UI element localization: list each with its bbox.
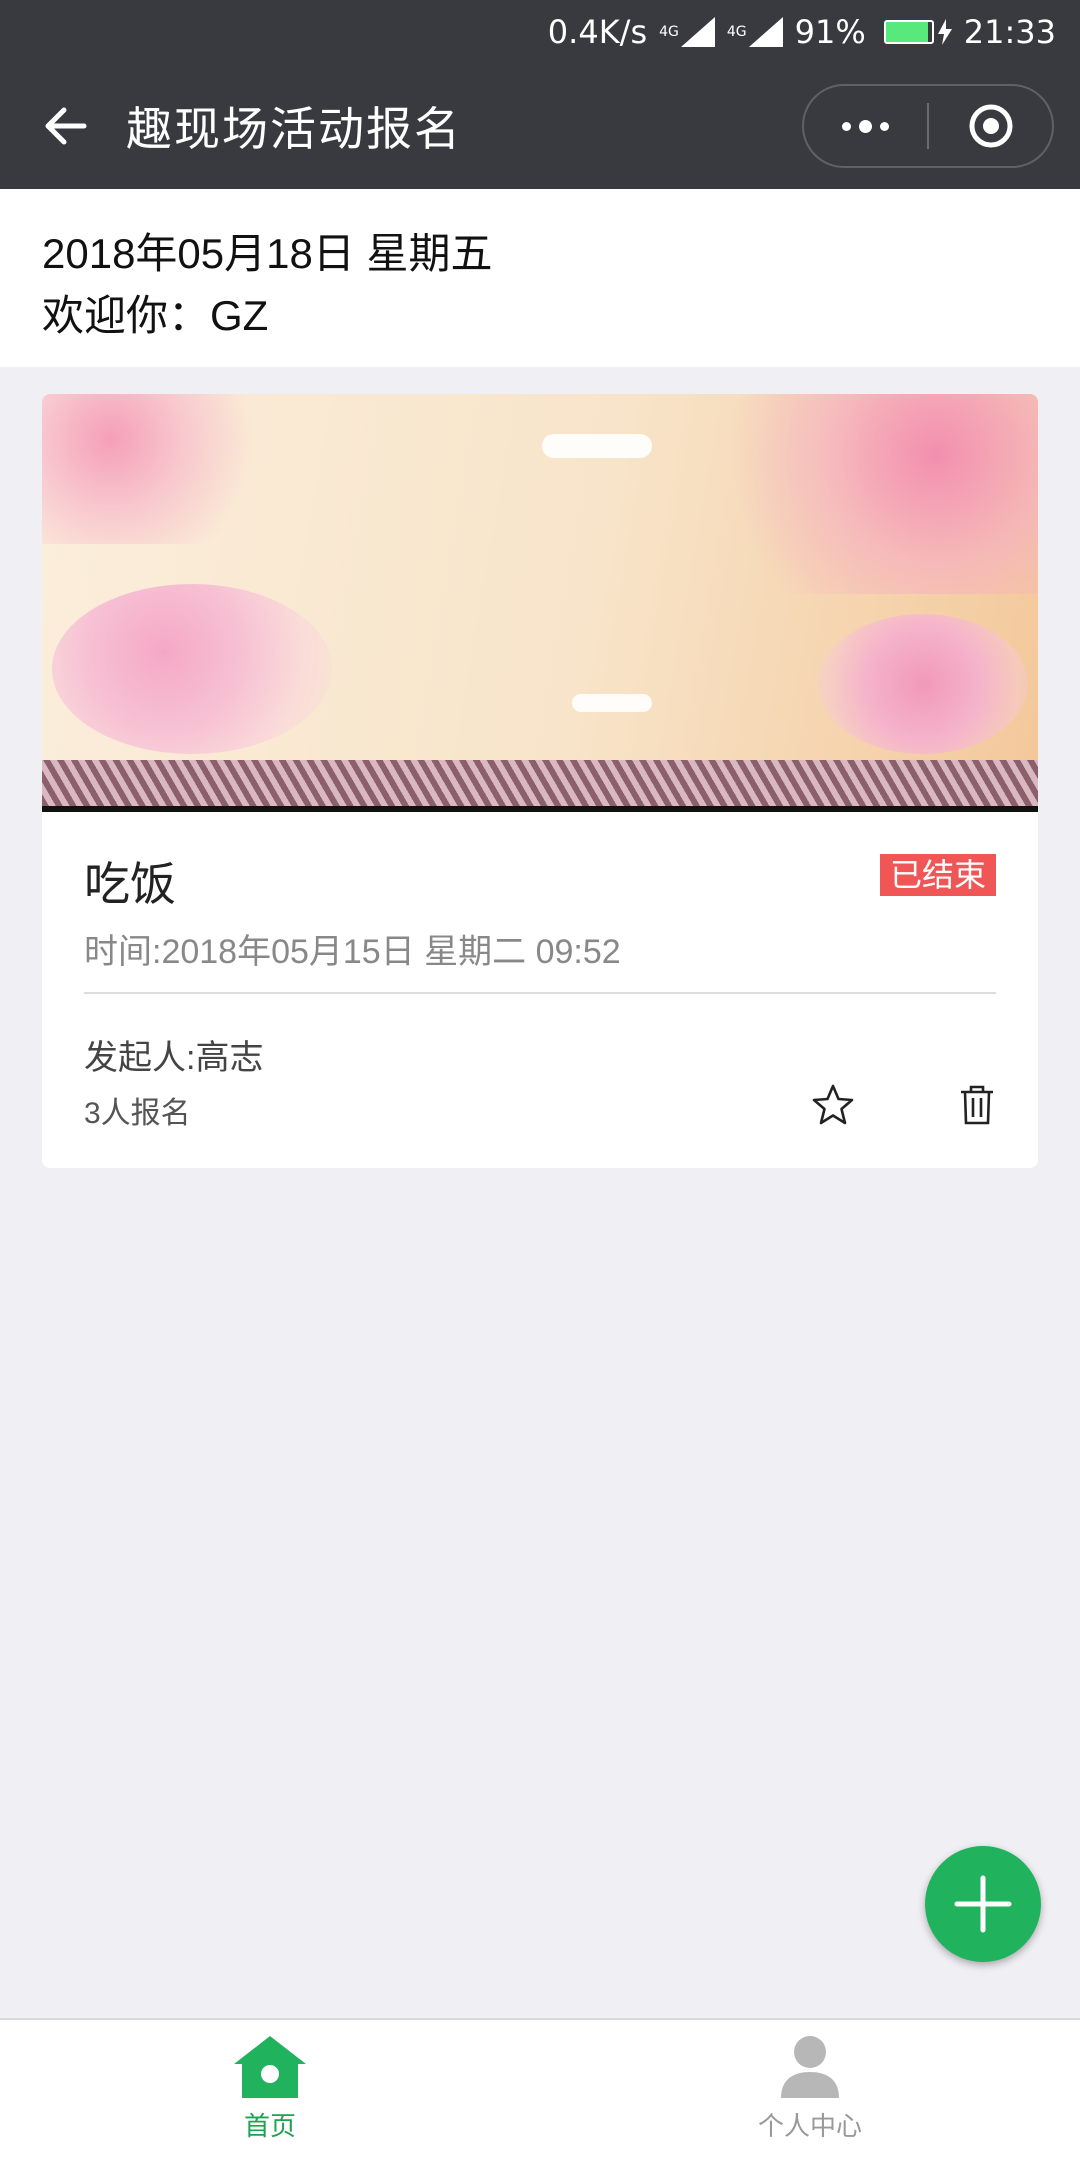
charging-icon [937, 18, 952, 45]
cloud-decoration [572, 694, 652, 712]
event-banner-image [42, 394, 1038, 812]
current-date: 2018年05月18日 星期五 [42, 230, 493, 277]
blossom-decoration [698, 394, 1038, 594]
nav-bar: 趣现场活动报名 [0, 63, 1080, 189]
page-title: 趣现场活动报名 [126, 103, 462, 155]
home-icon [234, 2036, 306, 2098]
signal-icon [680, 16, 715, 47]
signal-2: 4G [726, 16, 783, 47]
clock: 21:33 [963, 12, 1056, 51]
tab-profile[interactable]: 个人中心 [540, 2020, 1080, 2160]
header-info: 2018年05月18日 星期五 欢迎你：GZ [0, 189, 1080, 367]
close-button[interactable] [929, 86, 1052, 166]
favorite-button[interactable] [808, 1080, 858, 1130]
more-button[interactable] [804, 86, 927, 166]
battery-icon [883, 19, 934, 44]
sim2-type: 4G [726, 23, 747, 40]
event-organizer: 发起人:高志 [84, 1039, 264, 1077]
event-card[interactable]: 吃饭 已结束 时间:2018年05月15日 星期二 09:52 发起人:高志 3… [42, 394, 1038, 1168]
plus-icon [954, 1875, 1012, 1933]
mini-program-capsule [802, 84, 1054, 168]
cherry-tree-decoration [52, 584, 332, 754]
blossom-decoration [42, 394, 272, 544]
add-event-button[interactable] [925, 1846, 1041, 1962]
star-icon [812, 1084, 854, 1125]
divider [84, 992, 996, 994]
tab-bar: 首页 个人中心 [0, 2018, 1080, 2160]
arrow-left-icon [45, 107, 87, 145]
target-circle-icon [969, 104, 1012, 148]
welcome-text: 欢迎你：GZ [42, 292, 269, 339]
cloud-decoration [542, 434, 652, 458]
event-title: 吃饭 [84, 858, 176, 910]
battery-fill [885, 21, 928, 42]
tab-home[interactable]: 首页 [0, 2020, 540, 2160]
roof-tiles-decoration [42, 760, 1038, 812]
signal-icon [748, 16, 783, 47]
trash-icon [961, 1085, 993, 1125]
status-badge: 已结束 [879, 854, 996, 896]
event-time: 时间:2018年05月15日 星期二 09:52 [84, 933, 621, 971]
sim1-type: 4G [659, 23, 679, 40]
back-button[interactable] [36, 96, 96, 156]
tab-home-label: 首页 [243, 2111, 296, 2141]
more-dots-icon [838, 119, 893, 133]
tab-profile-label: 个人中心 [757, 2111, 862, 2141]
signup-count: 3人报名 [84, 1097, 191, 1130]
status-bar: 0.4K/s 4G 4G 91% 21:33 [0, 0, 1080, 63]
signal-1: 4G [659, 16, 715, 47]
user-icon [781, 2036, 839, 2098]
delete-button[interactable] [952, 1080, 1002, 1130]
battery-percent: 91% [794, 12, 866, 51]
cherry-tree-decoration [818, 614, 1028, 754]
network-speed: 0.4K/s [547, 12, 648, 51]
battery [878, 18, 952, 45]
